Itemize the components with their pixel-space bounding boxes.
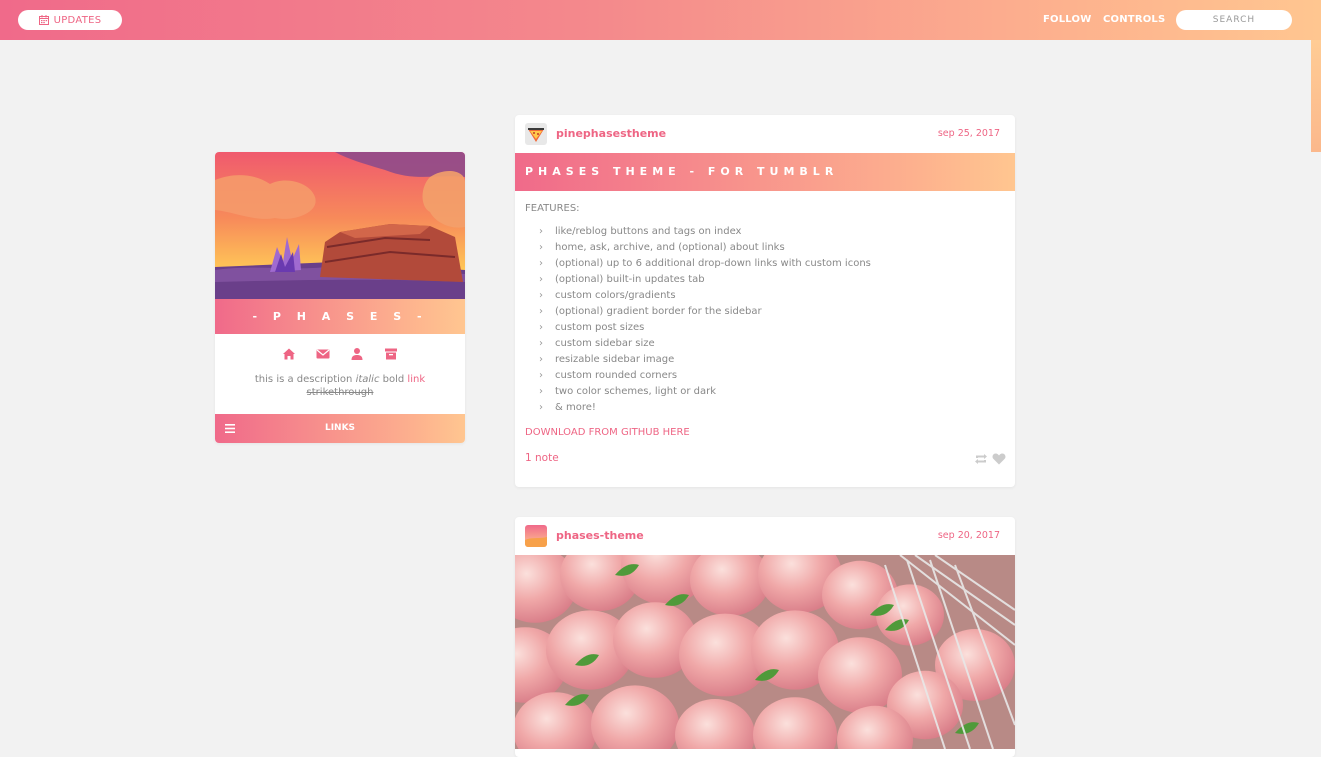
feature-item: › home, ask, archive, and (optional) abou…: [539, 240, 1005, 256]
feature-text: custom rounded corners: [555, 370, 678, 381]
text-post: pinephasestheme sep 25, 2017 PHASES THEM…: [515, 115, 1015, 487]
feature-text: (optional) up to 6 additional drop-down …: [555, 258, 871, 269]
post-username[interactable]: phases-theme: [556, 529, 644, 542]
feature-text: home, ask, archive, and (optional) about…: [555, 242, 785, 253]
blog-description: this is a description italic bold link s…: [215, 373, 465, 399]
feature-item: › like/reblog buttons and tags on index: [539, 224, 1005, 240]
scrollbar-thumb[interactable]: [1311, 40, 1321, 152]
post-date[interactable]: sep 20, 2017: [938, 530, 1000, 541]
feature-item: › custom rounded corners: [539, 368, 1005, 384]
chevron-right-icon: ›: [539, 258, 543, 269]
search-input[interactable]: SEARCH: [1176, 10, 1292, 30]
description-link[interactable]: link: [407, 374, 425, 385]
post-header: phases-theme sep 20, 2017: [515, 517, 1015, 555]
photo-post: phases-theme sep 20, 2017: [515, 517, 1015, 757]
chevron-right-icon: ›: [539, 386, 543, 397]
user-icon[interactable]: [350, 346, 364, 360]
post-date[interactable]: sep 25, 2017: [938, 128, 1000, 139]
menu-icon: [225, 424, 235, 433]
feature-item: › two color schemes, light or dark: [539, 384, 1005, 400]
peaches-image: [515, 555, 1015, 749]
feature-text: resizable sidebar image: [555, 354, 675, 365]
feature-item: › custom post sizes: [539, 320, 1005, 336]
avatar[interactable]: [525, 525, 547, 547]
sidebar-header-image: [215, 152, 465, 299]
feature-text: custom colors/gradients: [555, 290, 676, 301]
mail-icon[interactable]: [316, 346, 330, 360]
links-label: LINKS: [324, 423, 356, 433]
description-strikethrough: strikethrough: [306, 387, 374, 398]
archive-icon[interactable]: [384, 346, 398, 360]
feature-item: › & more!: [539, 400, 1005, 416]
feature-item: › custom sidebar size: [539, 336, 1005, 352]
feature-item: › (optional) gradient border for the side…: [539, 304, 1005, 320]
post-username[interactable]: pinephasestheme: [556, 127, 666, 140]
post-photo[interactable]: [515, 555, 1015, 749]
links-dropdown[interactable]: LINKS: [215, 414, 465, 443]
feature-item: › (optional) built-in updates tab: [539, 272, 1005, 288]
feature-item: › resizable sidebar image: [539, 352, 1005, 368]
blog-title: - P H A S E S -: [215, 299, 465, 334]
avatar[interactable]: [525, 123, 547, 145]
chevron-right-icon: ›: [539, 242, 543, 253]
chevron-right-icon: ›: [539, 354, 543, 365]
post-header: pinephasestheme sep 25, 2017: [515, 115, 1015, 153]
top-bar: UPDATES FOLLOW CONTROLS SEARCH: [0, 0, 1321, 40]
chevron-right-icon: ›: [539, 274, 543, 285]
updates-button[interactable]: UPDATES: [18, 10, 122, 30]
description-italic: italic: [355, 374, 380, 385]
feature-text: (optional) built-in updates tab: [555, 274, 705, 285]
notes-count[interactable]: 1 note: [525, 452, 559, 464]
follow-link[interactable]: FOLLOW: [1043, 14, 1091, 25]
features-list: › like/reblog buttons and tags on index › h…: [525, 224, 1005, 416]
features-label: FEATURES:: [525, 203, 580, 214]
feature-text: like/reblog buttons and tags on index: [555, 226, 742, 237]
chevron-right-icon: ›: [539, 322, 543, 333]
feature-text: (optional) gradient border for the sideb…: [555, 306, 762, 317]
feature-text: custom sidebar size: [555, 338, 655, 349]
description-bold: bold: [379, 374, 408, 385]
feature-text: custom post sizes: [555, 322, 645, 333]
feature-item: › (optional) up to 6 additional drop-down…: [539, 256, 1005, 272]
feature-text: & more!: [555, 402, 596, 413]
post-body: FEATURES: › like/reblog buttons and tags …: [515, 191, 1015, 438]
sidebar: - P H A S E S - this is a description it…: [215, 152, 465, 443]
download-link[interactable]: DOWNLOAD FROM GITHUB HERE: [525, 427, 1005, 438]
feature-text: two color schemes, light or dark: [555, 386, 716, 397]
feature-item: › custom colors/gradients: [539, 288, 1005, 304]
post-title: PHASES THEME - FOR TUMBLR: [515, 153, 1015, 191]
post-footer: 1 note: [515, 438, 1015, 478]
calendar-icon: [38, 15, 49, 25]
reblog-icon[interactable]: [974, 453, 988, 465]
sidebar-nav-icons: [215, 346, 465, 360]
home-icon[interactable]: [282, 346, 296, 360]
chevron-right-icon: ›: [539, 402, 543, 413]
heart-icon[interactable]: [992, 453, 1006, 465]
chevron-right-icon: ›: [539, 290, 543, 301]
controls-link[interactable]: CONTROLS: [1103, 14, 1165, 25]
chevron-right-icon: ›: [539, 370, 543, 381]
chevron-right-icon: ›: [539, 306, 543, 317]
chevron-right-icon: ›: [539, 226, 543, 237]
chevron-right-icon: ›: [539, 338, 543, 349]
description-text: this is a description: [254, 374, 356, 385]
updates-label: UPDATES: [53, 14, 102, 26]
